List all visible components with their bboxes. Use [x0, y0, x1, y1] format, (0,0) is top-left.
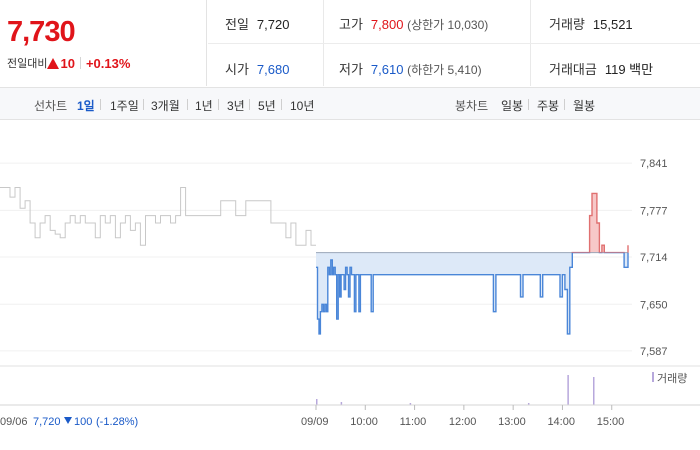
- candle-weekly[interactable]: 주봉: [537, 97, 559, 114]
- stat-value: 7,680: [256, 62, 290, 77]
- period-1d[interactable]: 1일: [77, 97, 95, 114]
- stat-sub: (하한가 5,410): [407, 63, 482, 77]
- change-rate: +0.13%: [85, 56, 131, 71]
- line-chart-label: 선차트: [34, 99, 68, 113]
- prev-day-rate: (-1.28%): [96, 416, 138, 428]
- stat-high: 고가 7,800 (상한가 10,030): [339, 14, 488, 33]
- change-divider: [79, 57, 81, 69]
- x-tick-label: 14:00: [547, 416, 575, 428]
- stat-label: 고가: [339, 17, 363, 32]
- period-1y[interactable]: 1년: [195, 97, 213, 114]
- prev-day-change: 100: [74, 416, 92, 428]
- volume-bar: [316, 399, 318, 405]
- candle-daily[interactable]: 일봉: [501, 97, 523, 114]
- row-divider: [208, 43, 700, 44]
- stat-sub: (상한가 10,030): [407, 18, 489, 32]
- prev-day-price-line: [0, 187, 316, 246]
- y-tick-label: 7,587: [640, 346, 668, 358]
- candle-monthly[interactable]: 월봉: [573, 97, 595, 114]
- y-axis-ticks: 7,841 7,777 7,714 7,650 7,587: [640, 158, 668, 358]
- volume-bar: [567, 375, 569, 405]
- prev-day-close: 7,720: [33, 416, 61, 428]
- stat-label: 전일: [225, 17, 249, 32]
- price-summary: 7,730 전일대비 10 +0.13%: [0, 0, 207, 86]
- period-divider: [100, 99, 101, 110]
- period-divider: [187, 99, 188, 110]
- change-row: 전일대비 10 +0.13%: [7, 55, 130, 71]
- x-tick-label: 12:00: [449, 416, 477, 428]
- period-divider: [564, 99, 565, 110]
- x-axis-ticks: 09/09 10:00 11:00 12:00 13:00 14:00 15:00: [301, 405, 624, 428]
- y-tick-label: 7,714: [640, 252, 668, 264]
- x-tick-label: 11:00: [400, 416, 427, 428]
- period-divider: [281, 99, 282, 110]
- volume-bars: [316, 375, 595, 405]
- below-baseline-fill: [316, 252, 628, 334]
- x-tick-label: 15:00: [597, 416, 625, 428]
- stat-prev-close: 전일 7,720: [225, 14, 289, 33]
- period-3m[interactable]: 3개월: [151, 97, 180, 114]
- volume-bar: [593, 377, 595, 405]
- change-amount: 10: [60, 56, 75, 71]
- x-tick-label: 09/09: [301, 416, 329, 428]
- stat-open: 시가 7,680: [225, 59, 289, 78]
- period-divider: [218, 99, 219, 110]
- stat-label: 시가: [225, 62, 249, 77]
- x-tick-label: 13:00: [498, 416, 526, 428]
- stat-volume: 거래량 15,521: [549, 14, 633, 33]
- y-tick-label: 7,650: [640, 299, 668, 311]
- change-label: 전일대비: [7, 58, 48, 70]
- prev-day-date: 09/06: [0, 416, 28, 428]
- stat-low: 저가 7,610 (하한가 5,410): [339, 59, 482, 78]
- period-divider: [143, 99, 144, 110]
- period-divider: [528, 99, 529, 110]
- period-3y[interactable]: 3년: [227, 97, 245, 114]
- x-tick-label: 10:00: [350, 416, 378, 428]
- down-arrow-icon: [64, 417, 72, 424]
- stat-value: 7,800: [370, 17, 404, 32]
- volume-legend-swatch: [652, 372, 654, 382]
- up-arrow-icon: [47, 58, 60, 69]
- volume-legend-label: 거래량: [657, 372, 687, 385]
- stat-label: 거래대금: [549, 62, 597, 77]
- period-1w[interactable]: 1주일: [110, 97, 139, 114]
- stat-amount: 거래대금 119 백만: [549, 59, 653, 78]
- y-tick-label: 7,777: [640, 205, 668, 217]
- stat-value: 7,610: [370, 62, 404, 77]
- stat-label: 저가: [339, 62, 363, 77]
- period-5y[interactable]: 5년: [258, 97, 276, 114]
- stat-label: 거래량: [549, 17, 585, 32]
- stat-value: 7,720: [256, 17, 290, 32]
- current-price: 7,730: [7, 16, 76, 48]
- stat-value: 119 백만: [604, 62, 654, 77]
- y-tick-label: 7,841: [640, 158, 668, 170]
- period-divider: [249, 99, 250, 110]
- period-10y[interactable]: 10년: [290, 97, 314, 114]
- stat-value: 15,521: [592, 17, 633, 32]
- period-toolbar: 선차트 1일 1주일 3개월 1년 3년 5년 10년 봉차트 일봉 주봉 월봉: [0, 87, 700, 120]
- candle-chart-label: 봉차트: [455, 99, 489, 113]
- intraday-chart[interactable]: 7,841 7,777 7,714 7,650 7,587 거래량 09/09 10:00…: [0, 121, 700, 450]
